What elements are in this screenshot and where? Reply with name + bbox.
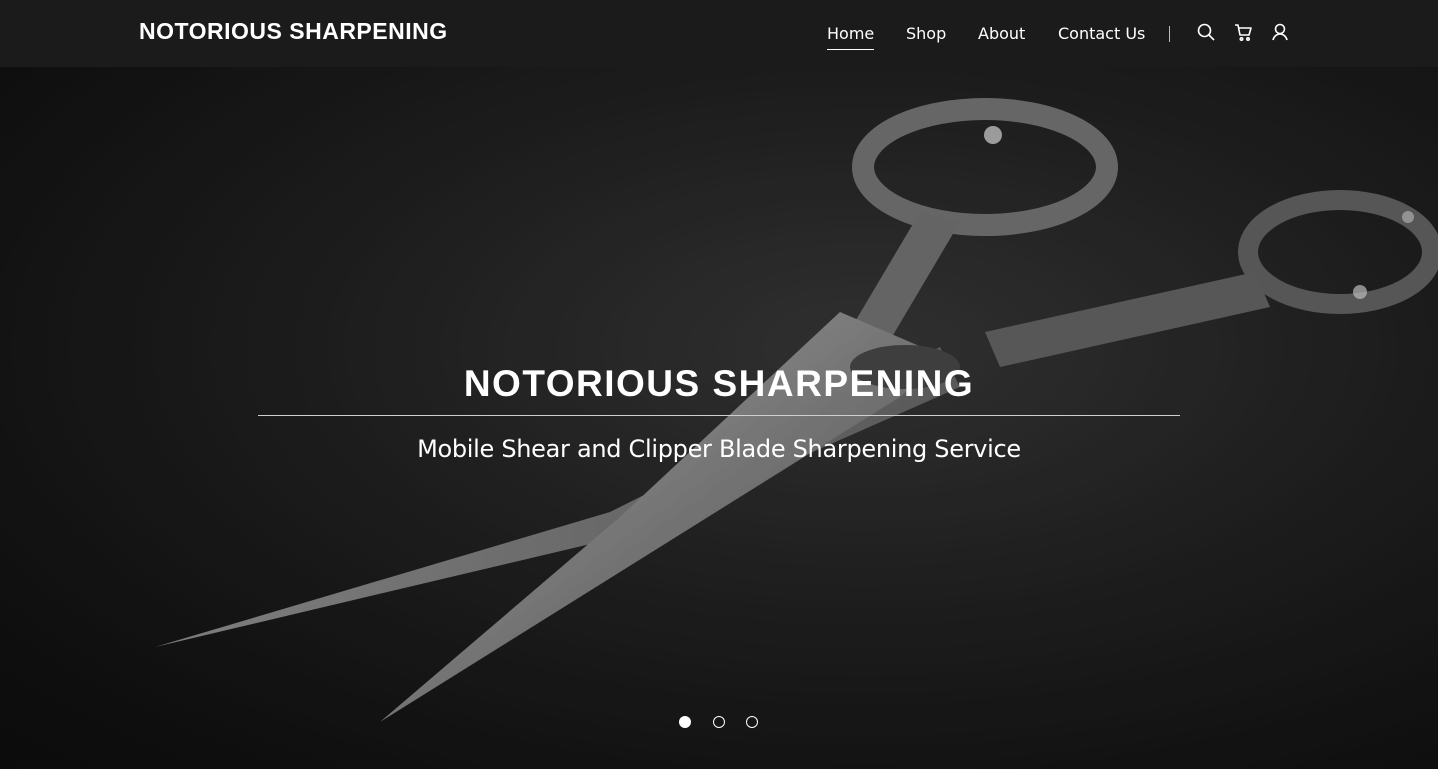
hero-title: NOTORIOUS SHARPENING xyxy=(463,363,975,404)
slide-dot-2[interactable] xyxy=(713,716,725,728)
site-logo[interactable]: NOTORIOUS SHARPENING xyxy=(139,18,448,45)
account-icon[interactable] xyxy=(1270,22,1290,42)
hero-divider xyxy=(258,415,1180,416)
nav-home[interactable]: Home xyxy=(827,24,875,50)
nav-shop[interactable]: Shop xyxy=(906,24,946,49)
cart-icon[interactable] xyxy=(1233,22,1253,42)
search-icon[interactable] xyxy=(1196,22,1216,42)
site-header: NOTORIOUS SHARPENING Home Shop About Con… xyxy=(0,0,1438,67)
slide-dot-3[interactable] xyxy=(746,716,758,728)
hero-slider: NOTORIOUS SHARPENING Mobile Shear and Cl… xyxy=(0,67,1438,769)
nav-divider xyxy=(1169,26,1170,42)
hero-overlay xyxy=(0,67,1438,769)
slide-dot-1[interactable] xyxy=(679,716,691,728)
nav-contact-us[interactable]: Contact Us xyxy=(1058,24,1145,49)
hero-subtitle: Mobile Shear and Clipper Blade Sharpenin… xyxy=(417,435,1021,463)
nav-about[interactable]: About xyxy=(978,24,1025,49)
